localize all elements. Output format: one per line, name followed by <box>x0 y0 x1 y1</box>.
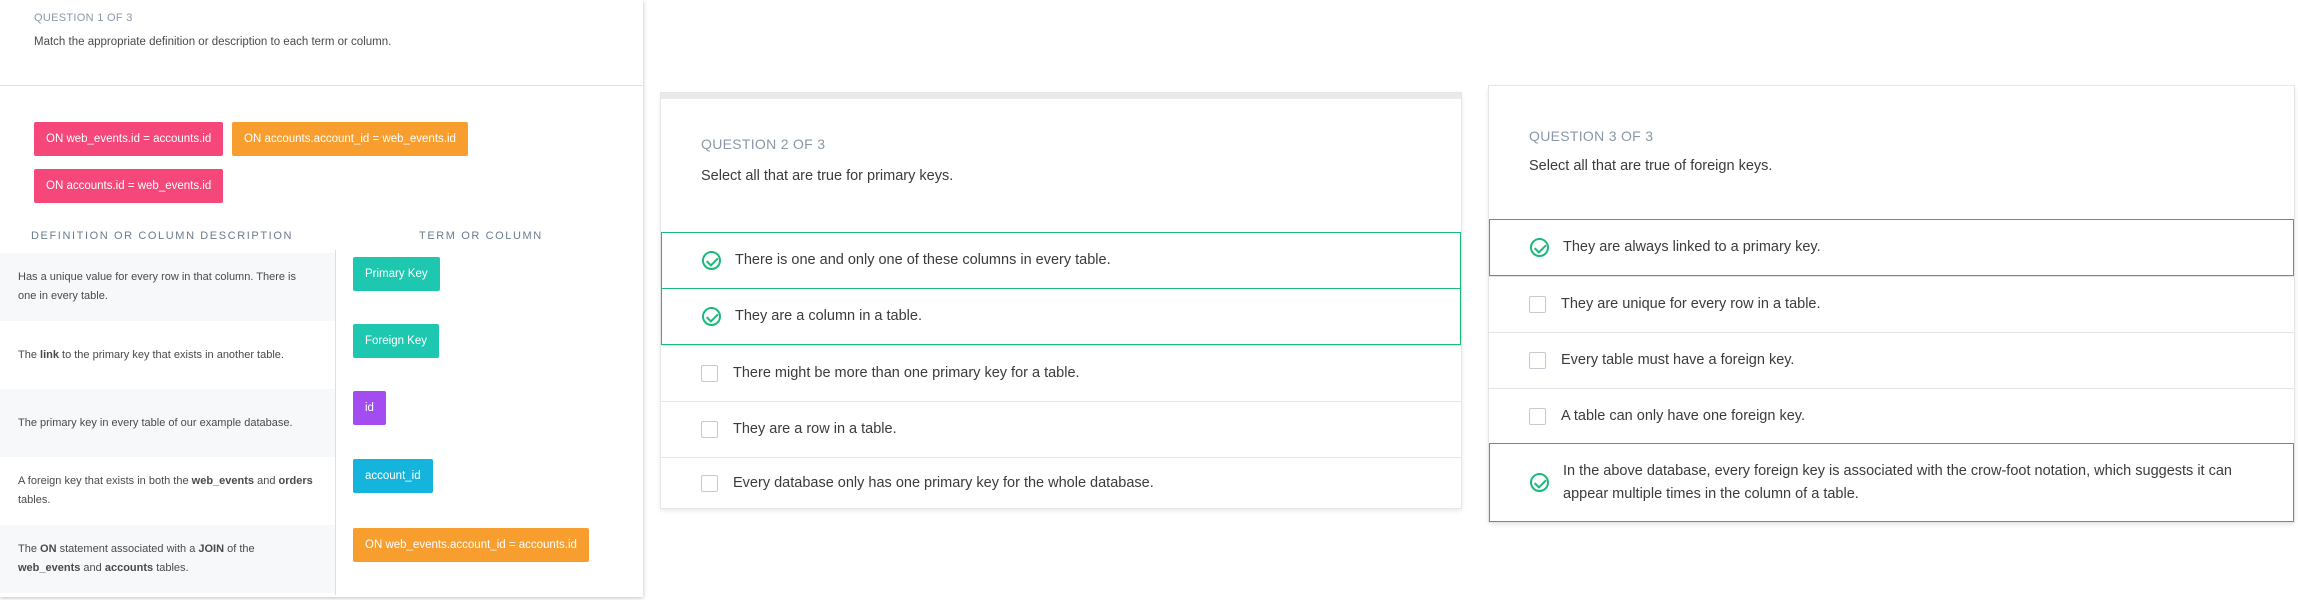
option-2[interactable]: They are unique for every row in a table… <box>1489 276 2294 332</box>
checked-circle-icon <box>702 307 721 326</box>
option-2[interactable]: They are a column in a table. <box>661 288 1461 345</box>
option-label: They are a row in a table. <box>733 421 897 437</box>
option-5[interactable]: In the above database, every foreign key… <box>1489 443 2294 522</box>
match-row-definition: The primary key in every table of our ex… <box>0 389 335 457</box>
checkbox[interactable] <box>1529 408 1546 425</box>
match-row-definition: The link to the primary key that exists … <box>0 321 335 389</box>
answer-chip-3[interactable]: ON accounts.id = web_events.id <box>34 169 224 203</box>
answer-chip-1[interactable]: ON web_events.id = accounts.id <box>34 122 224 156</box>
checkbox[interactable] <box>1529 296 1546 313</box>
column-divider <box>335 250 336 595</box>
checkbox[interactable] <box>701 421 718 438</box>
option-4[interactable]: A table can only have one foreign key. <box>1489 388 2294 444</box>
option-label: There is one and only one of these colum… <box>735 252 1111 268</box>
column-header-definition: DEFINITION OR COLUMN DESCRIPTION <box>31 230 294 242</box>
checkbox[interactable] <box>701 365 718 382</box>
term-chip-foreign-key[interactable]: Foreign Key <box>353 324 440 358</box>
option-label: Every database only has one primary key … <box>733 474 1154 491</box>
question-1-prompt: Match the appropriate definition or desc… <box>34 36 392 48</box>
question-1-card: QUESTION 1 OF 3 Match the appropriate de… <box>0 0 643 597</box>
match-row-definition: A foreign key that exists in both the we… <box>0 457 335 525</box>
option-label: In the above database, every foreign key… <box>1563 462 2232 502</box>
option-label: A table can only have one foreign key. <box>1561 408 1805 424</box>
option-label: There might be more than one primary key… <box>733 365 1080 381</box>
checked-circle-icon <box>1530 473 1549 492</box>
option-label: They are unique for every row in a table… <box>1561 296 1821 312</box>
question-3-heading: QUESTION 3 OF 3 <box>1529 128 1654 144</box>
checked-circle-icon <box>702 251 721 270</box>
question-2-prompt: Select all that are true for primary key… <box>701 168 954 184</box>
question-1-header: QUESTION 1 OF 3 Match the appropriate de… <box>0 0 643 86</box>
definition-text: The primary key in every table of our ex… <box>18 416 293 429</box>
term-chip-id[interactable]: id <box>353 391 386 425</box>
option-5[interactable]: Every database only has one primary key … <box>661 457 1461 508</box>
answer-chip-2[interactable]: ON accounts.account_id = web_events.id <box>232 122 468 156</box>
question-3-card: QUESTION 3 OF 3 Select all that are true… <box>1489 86 2294 522</box>
option-label: They are a column in a table. <box>735 308 922 324</box>
checkbox[interactable] <box>1529 352 1546 369</box>
definition-text: A foreign key that exists in both the we… <box>18 475 313 506</box>
definition-text: Has a unique value for every row in that… <box>18 271 296 302</box>
checked-circle-icon <box>1530 238 1549 257</box>
match-row-definition: The ON statement associated with a JOIN … <box>0 525 335 593</box>
term-chip-on-statement[interactable]: ON web_events.account_id = accounts.id <box>353 528 589 562</box>
option-3[interactable]: There might be more than one primary key… <box>661 345 1461 401</box>
term-chip-account-id[interactable]: account_id <box>353 459 433 493</box>
question-1-heading: QUESTION 1 OF 3 <box>34 12 133 24</box>
question-2-card: QUESTION 2 OF 3 Select all that are true… <box>661 93 1461 508</box>
column-header-term: TERM OR COLUMN <box>419 230 543 242</box>
option-3[interactable]: Every table must have a foreign key. <box>1489 332 2294 388</box>
option-4[interactable]: They are a row in a table. <box>661 401 1461 457</box>
match-row-definition: Has a unique value for every row in that… <box>0 253 335 321</box>
term-chip-primary-key[interactable]: Primary Key <box>353 257 440 291</box>
option-1[interactable]: There is one and only one of these colum… <box>661 232 1461 289</box>
definition-text: The ON statement associated with a JOIN … <box>18 543 255 574</box>
question-3-prompt: Select all that are true of foreign keys… <box>1529 158 1773 174</box>
question-2-heading: QUESTION 2 OF 3 <box>701 136 826 152</box>
option-label: Every table must have a foreign key. <box>1561 352 1795 368</box>
checkbox[interactable] <box>701 474 718 492</box>
option-label: They are always linked to a primary key. <box>1563 239 1821 255</box>
definition-text: The link to the primary key that exists … <box>18 348 284 361</box>
option-1[interactable]: They are always linked to a primary key. <box>1489 219 2294 276</box>
